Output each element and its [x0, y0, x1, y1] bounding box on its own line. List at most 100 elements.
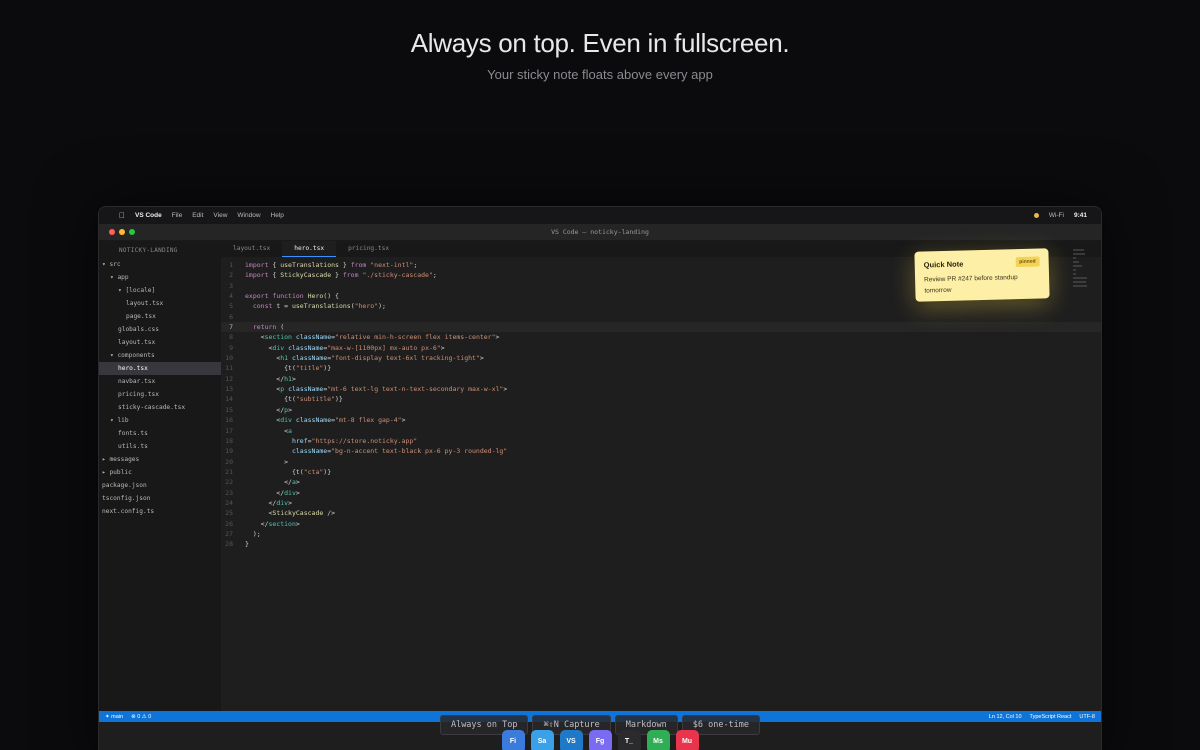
dock-app-icon[interactable]: T_ [617, 730, 641, 750]
code-text: className="bg-n-accent text-black px-6 p… [291, 447, 508, 456]
code-line[interactable]: 27 ); [221, 529, 1101, 539]
line-number: 11 [225, 364, 233, 373]
line-number: 22 [225, 478, 233, 487]
code-line[interactable]: 21 {t("cta")} [221, 467, 1101, 477]
code-line[interactable]: 16 <div className="mt-8 flex gap-4"> [221, 415, 1101, 425]
code-line[interactable]: 7 return ( [221, 322, 1101, 333]
file-tree-item[interactable]: ▾ components [99, 349, 221, 362]
tab-hero[interactable]: hero.tsx [282, 241, 337, 257]
code-line[interactable]: 10 <h1 className="font-display text-6xl … [221, 353, 1101, 363]
file-tree-item[interactable]: hero.tsx [99, 362, 221, 375]
window-title: VS Code — noticky-landing [551, 228, 649, 236]
code-text: import { useTranslations } from "next-in… [245, 261, 418, 269]
dock-app-icon[interactable]: Ms [646, 730, 670, 750]
code-text: <h1 className="font-display text-6xl tra… [245, 354, 484, 363]
code-text: </div> [245, 498, 292, 507]
file-tree-item[interactable]: next.config.ts [99, 505, 221, 518]
code-line[interactable]: 14 {t("subtitle")} [221, 394, 1101, 404]
file-tree-item[interactable]: tsconfig.json [99, 492, 221, 505]
code-text: {t("subtitle")} [245, 395, 343, 404]
file-tree-item[interactable]: ▾ src [99, 258, 221, 271]
minimap-line [1073, 273, 1076, 275]
code-text: const t = useTranslations("hero"); [252, 302, 386, 311]
line-number: 23 [225, 488, 233, 497]
file-tree-item[interactable]: layout.tsx [99, 336, 221, 349]
line-number: 13 [225, 385, 233, 394]
code-area[interactable]: 1 import { useTranslations } from "next-i… [221, 257, 1101, 719]
menu-view[interactable]: View [213, 212, 227, 219]
file-tree-item[interactable]: sticky-cascade.tsx [99, 401, 221, 414]
file-tree-item[interactable]: page.tsx [99, 310, 221, 323]
menu-help[interactable]: Help [271, 212, 284, 219]
sticky-note-body[interactable]: Review PR #247 before standup tomorrow [924, 271, 1041, 296]
code-line[interactable]: 23 </div> [221, 488, 1101, 498]
line-number: 18 [225, 436, 233, 445]
code-line[interactable]: 17 <a [221, 426, 1101, 436]
minimap-line [1073, 285, 1087, 287]
line-number: 14 [225, 395, 233, 404]
code-line[interactable]: 24 </div> [221, 498, 1101, 508]
code-line[interactable]: 9 <div className="max-w-[1100px] mx-auto… [221, 343, 1101, 353]
menu-file[interactable]: File [172, 212, 182, 219]
code-text: </div> [245, 488, 300, 497]
file-tree-item[interactable]: navbar.tsx [99, 375, 221, 388]
code-text: <div className="mt-8 flex gap-4"> [245, 416, 406, 425]
file-tree-item[interactable]: ▸ public [99, 466, 221, 479]
dock-app-icon[interactable]: Mu [675, 730, 699, 750]
menubar-app-name[interactable]: VS Code [135, 212, 162, 219]
code-line[interactable]: 25 <StickyCascade /> [221, 508, 1101, 518]
file-tree-item[interactable]: layout.tsx [99, 297, 221, 310]
code-line[interactable]: 28} [221, 539, 1101, 549]
code-text: } [245, 540, 249, 549]
file-tree-item[interactable]: globals.css [99, 323, 221, 336]
file-tree-item[interactable]: utils.ts [99, 440, 221, 453]
dock-app-icon[interactable]: Fg [588, 730, 612, 750]
line-number: 12 [225, 374, 233, 383]
code-line[interactable]: 26 </section> [221, 519, 1101, 529]
tab-pricing[interactable]: pricing.tsx [336, 241, 401, 257]
menu-window[interactable]: Window [237, 212, 260, 219]
menu-edit[interactable]: Edit [192, 212, 203, 219]
dock-app-icon[interactable]: Fi [501, 730, 525, 750]
code-line[interactable]: 8 <section className="relative min-h-scr… [221, 332, 1101, 342]
code-editor: layout.tsx hero.tsx pricing.tsx 1 import … [221, 241, 1101, 719]
sticky-note-title: Quick Note [923, 258, 964, 270]
file-tree-item[interactable]: ▾ [locale] [99, 284, 221, 297]
code-line[interactable]: 20 > [221, 457, 1101, 467]
code-line[interactable]: 11 {t("title")} [221, 363, 1101, 373]
file-tree-item[interactable]: ▾ app [99, 271, 221, 284]
line-number: 20 [225, 457, 233, 466]
file-tree-item[interactable]: package.json [99, 479, 221, 492]
code-line[interactable]: 18 href="https://store.noticky.app" [221, 436, 1101, 446]
dock-app-icon[interactable]: VS [559, 730, 583, 750]
code-line[interactable]: 5 const t = useTranslations("hero"); [221, 301, 1101, 311]
file-tree-item[interactable]: ▸ messages [99, 453, 221, 466]
code-line[interactable]: 19 className="bg-n-accent text-black px-… [221, 446, 1101, 456]
code-line[interactable]: 22 </a> [221, 477, 1101, 487]
line-number: 7 [229, 323, 233, 332]
line-number: 8 [229, 333, 233, 342]
file-tree-item[interactable]: fonts.ts [99, 427, 221, 440]
tab-layout[interactable]: layout.tsx [221, 241, 282, 257]
code-text: return ( [252, 323, 285, 332]
code-text: <div className="max-w-[1100px] mx-auto p… [245, 343, 445, 352]
file-tree-item[interactable]: pricing.tsx [99, 388, 221, 401]
file-tree-item[interactable]: ▾ lib [99, 414, 221, 427]
sticky-status-icon[interactable] [1033, 213, 1039, 218]
minimap[interactable] [1073, 249, 1087, 289]
code-line[interactable]: 15 </p> [221, 405, 1101, 415]
apple-icon[interactable]:  [119, 211, 125, 220]
code-line[interactable]: 13 <p className="mt-6 text-lg text-n-tex… [221, 384, 1101, 394]
wifi-status[interactable]: Wi-Fi [1049, 212, 1064, 219]
code-text: ); [245, 529, 261, 538]
code-text: {t("cta")} [245, 467, 332, 476]
code-text: </h1> [245, 374, 296, 383]
sticky-note[interactable]: Quick Note pinned Review PR #247 before … [914, 248, 1050, 302]
code-line[interactable]: 6 [221, 312, 1101, 322]
dock-app-icon[interactable]: Sa [530, 730, 554, 750]
code-line[interactable]: 12 </h1> [221, 374, 1101, 384]
line-number: 27 [225, 529, 233, 538]
menubar-clock: 9:41 [1073, 212, 1087, 219]
line-number: 4 [229, 292, 233, 301]
code-text: </p> [245, 405, 292, 414]
